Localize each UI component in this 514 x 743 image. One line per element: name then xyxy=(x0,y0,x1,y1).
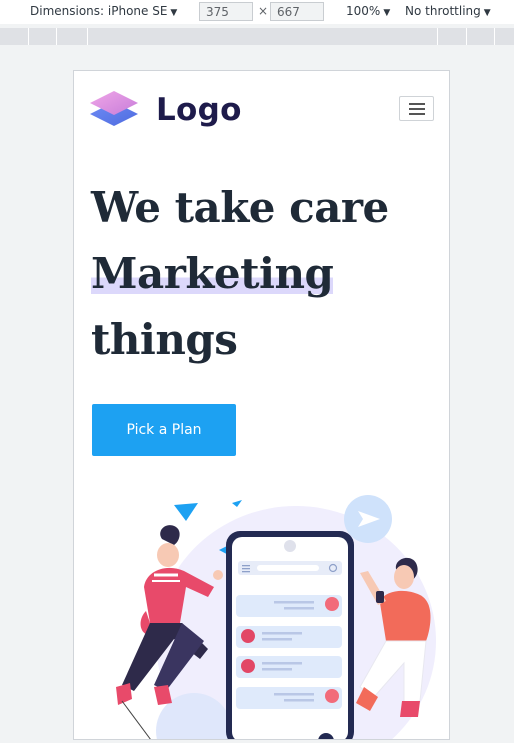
hero-illustration xyxy=(116,495,436,739)
media-query-bar[interactable] xyxy=(0,28,514,45)
caret-down-icon: ▼ xyxy=(483,8,491,18)
media-query-marker xyxy=(87,28,88,45)
caret-down-icon: ▼ xyxy=(170,8,178,18)
media-query-marker xyxy=(28,28,29,45)
logo-text: Logo xyxy=(156,92,242,128)
caret-down-icon: ▼ xyxy=(383,8,391,18)
height-input[interactable]: 667 xyxy=(270,2,324,21)
hamburger-line xyxy=(409,113,425,115)
hamburger-menu-button[interactable] xyxy=(399,96,434,121)
media-query-marker xyxy=(466,28,467,45)
media-query-marker xyxy=(437,28,438,45)
hamburger-line xyxy=(409,108,425,110)
device-dimensions-dropdown[interactable]: Dimensions: iPhone SE ▼ xyxy=(30,4,177,18)
site-logo[interactable]: Logo xyxy=(89,90,242,130)
media-query-marker xyxy=(494,28,495,45)
headline-highlight: Marketing xyxy=(91,249,334,298)
hamburger-line xyxy=(409,103,425,105)
device-viewport: Logo We take care Marketing things Pick … xyxy=(73,70,450,740)
media-query-marker xyxy=(56,28,57,45)
throttling-label: No throttling xyxy=(405,4,481,18)
throttling-dropdown[interactable]: No throttling ▼ xyxy=(405,4,491,18)
headline-line: things xyxy=(91,315,238,364)
layers-logo-icon xyxy=(90,91,138,126)
device-toolbar: Dimensions: iPhone SE ▼ 375 × 667 100% ▼ N… xyxy=(0,0,514,24)
zoom-dropdown[interactable]: 100% ▼ xyxy=(346,4,390,18)
zoom-label: 100% xyxy=(346,4,381,18)
hero-headline: We take care Marketing things xyxy=(91,175,431,373)
headline-line: We take care xyxy=(91,183,389,232)
device-dimensions-label: Dimensions: iPhone SE xyxy=(30,4,168,18)
times-separator: × xyxy=(258,4,269,18)
width-input[interactable]: 375 xyxy=(199,2,253,21)
pick-a-plan-button[interactable]: Pick a Plan xyxy=(92,404,236,456)
